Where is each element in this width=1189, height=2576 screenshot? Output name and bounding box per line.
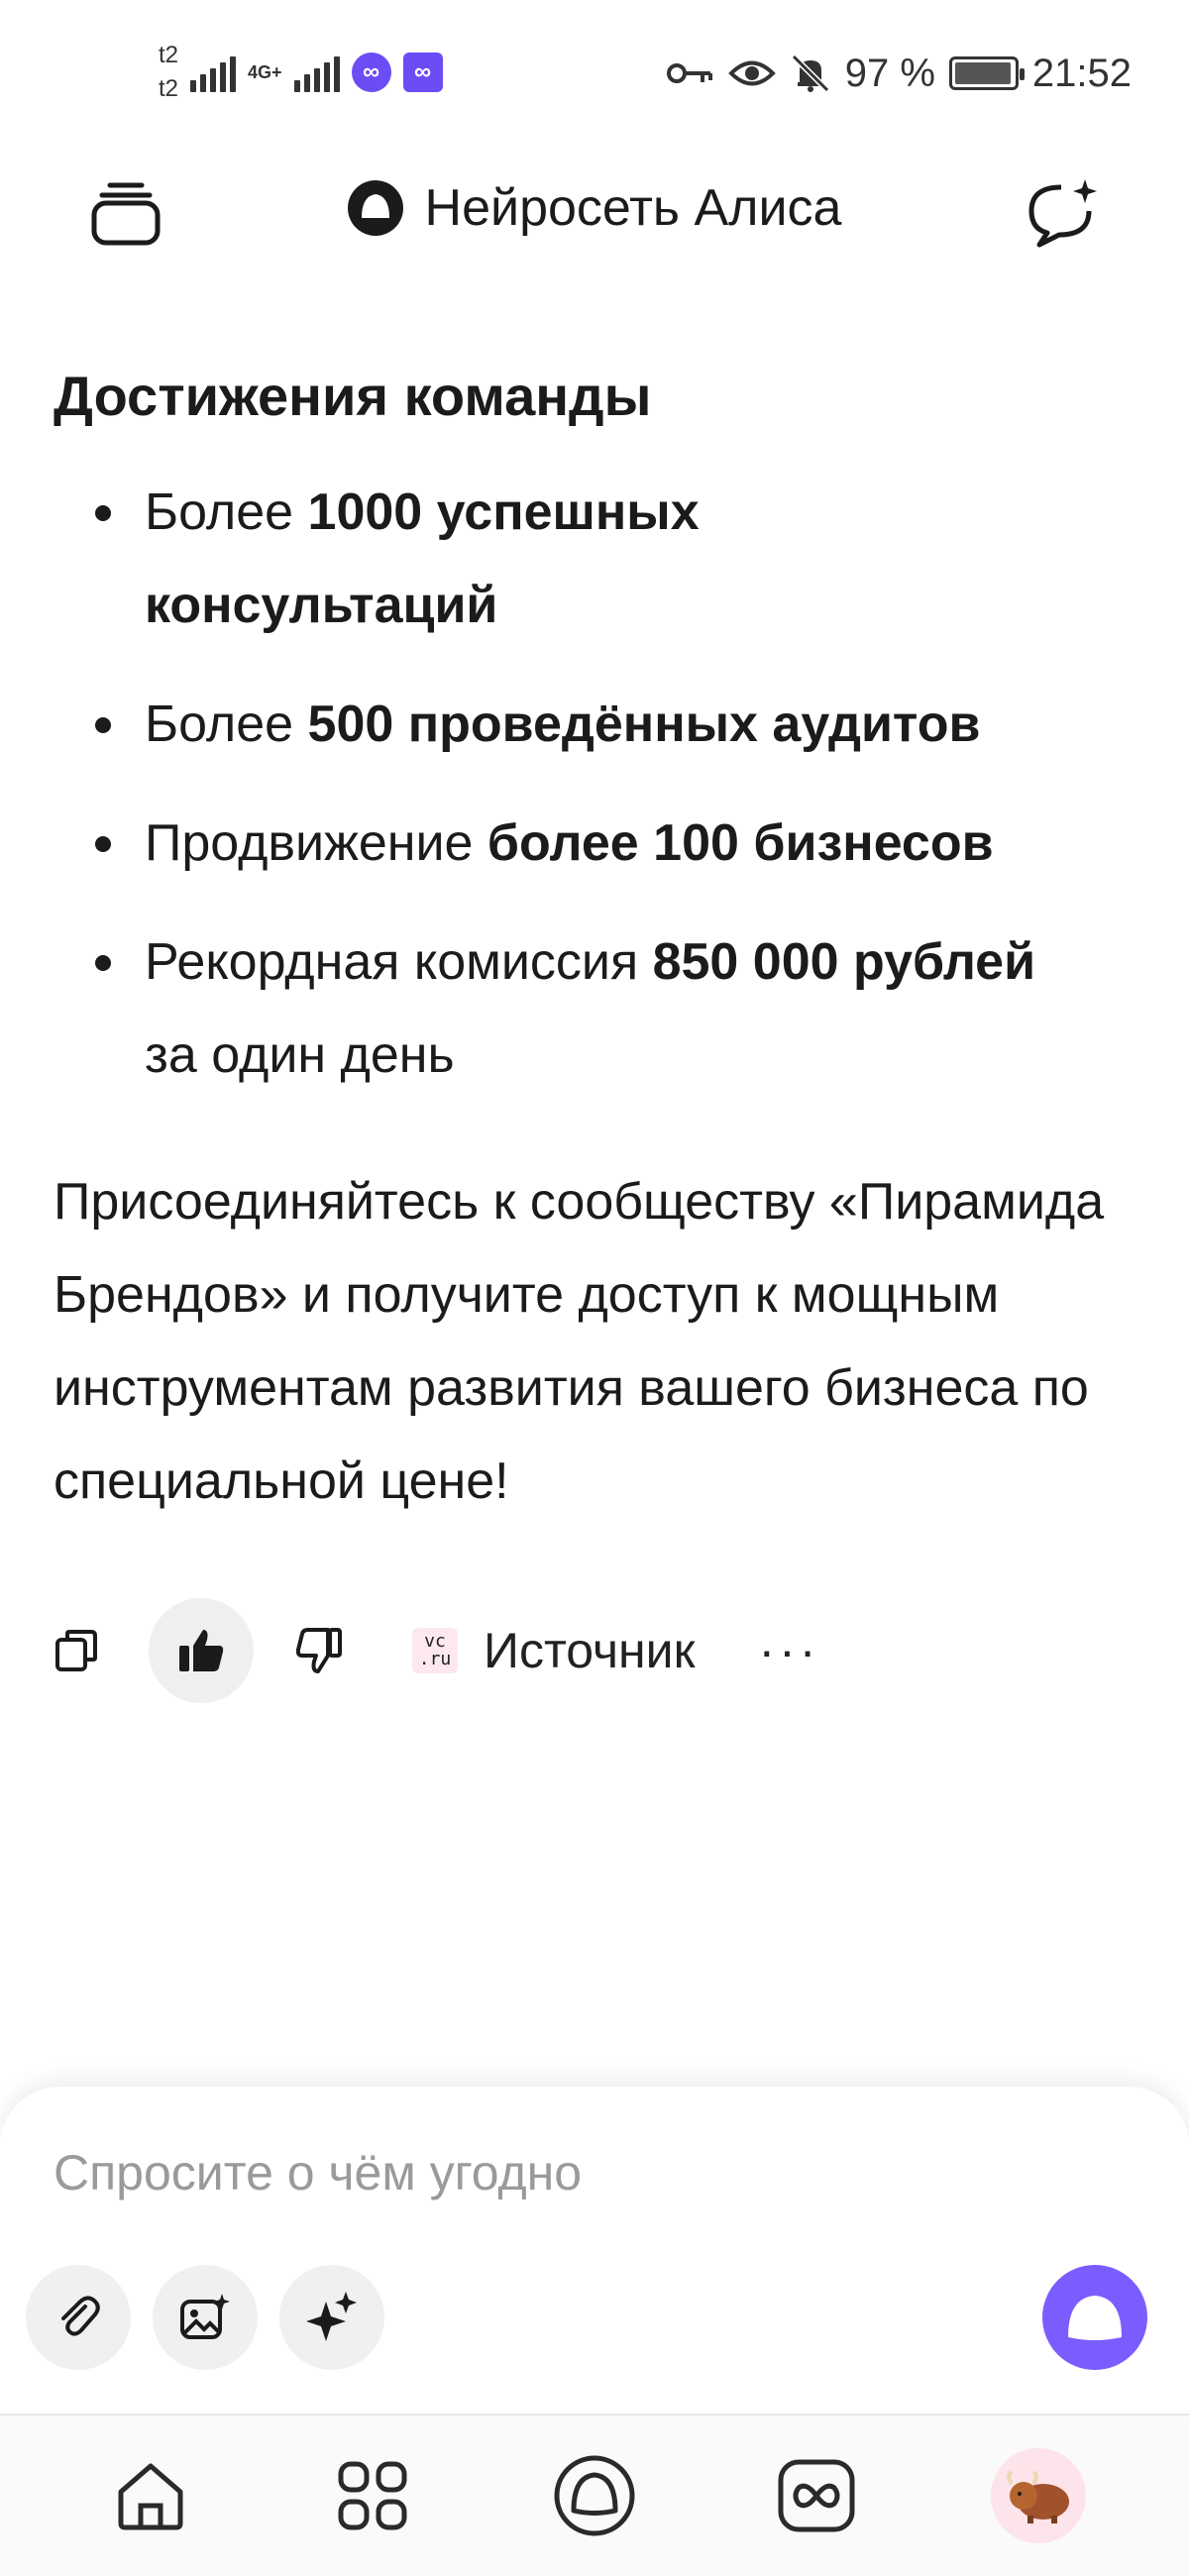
- list-item: Более 1000 успешных консультаций: [54, 466, 767, 652]
- status-bar: t2 t2 4G+ ∞ ∞ 97 % 21:52: [0, 0, 1189, 149]
- magic-button[interactable]: [279, 2265, 384, 2370]
- new-chat-sparkle-icon: [1028, 179, 1097, 248]
- thumbs-up-icon: [179, 1630, 224, 1671]
- yak-avatar-icon: [1007, 2470, 1069, 2523]
- notification-app-icon: ∞: [351, 53, 391, 92]
- infinity-square-icon: [778, 2459, 855, 2532]
- carrier-2: t2: [159, 75, 179, 102]
- list-item: Более 500 проведённых аудитов: [54, 678, 1143, 771]
- nav-alice[interactable]: [540, 2441, 649, 2550]
- chat-input-panel: Спросите о чём угодно: [0, 2087, 1189, 2414]
- status-right: 97 % 21:52: [666, 44, 1132, 103]
- message-actions: vc .ru Источник ···: [54, 1597, 819, 1704]
- bell-muted-icon: [791, 54, 829, 93]
- thumbs-down-icon: [296, 1628, 342, 1673]
- nav-profile[interactable]: [984, 2441, 1093, 2550]
- carrier-labels: t2 t2: [159, 39, 178, 106]
- carrier-1: t2: [159, 42, 179, 68]
- paperclip-icon: [61, 2296, 100, 2336]
- signal-strength-icon-2: [293, 53, 340, 92]
- like-button[interactable]: [149, 1598, 254, 1703]
- sparkles-icon: [306, 2292, 357, 2341]
- bottom-navigation: [0, 2414, 1189, 2576]
- nav-services[interactable]: [318, 2441, 427, 2550]
- message-heading: Достижения команды: [54, 365, 652, 427]
- chat-input[interactable]: Спросите о чём угодно: [54, 2144, 582, 2201]
- alice-voice-button[interactable]: [1042, 2265, 1147, 2370]
- list-item: Продвижение более 100 бизнесов: [54, 797, 1143, 890]
- message-paragraph: Присоединяйтесь к сообществу «Пирамида Б…: [54, 1173, 1105, 1510]
- notification-app-icon-2: ∞: [402, 53, 443, 92]
- battery-fill: [954, 62, 1012, 84]
- key-icon: [666, 63, 712, 83]
- eye-icon: [727, 60, 776, 86]
- avatar: [991, 2448, 1086, 2543]
- assistant-message: Достижения команды Более 1000 успешных к…: [54, 357, 1143, 1528]
- app-header: Нейросеть Алиса: [0, 149, 1189, 277]
- nav-plus[interactable]: [762, 2441, 871, 2550]
- status-left: t2 t2 4G+ ∞ ∞: [159, 38, 443, 107]
- vc-ru-logo-icon: vc .ru: [412, 1628, 458, 1673]
- image-sparkle-icon: [180, 2294, 230, 2339]
- signal-strength-icon: [190, 53, 237, 92]
- alice-icon: [1068, 2296, 1122, 2340]
- dislike-button[interactable]: [268, 1598, 373, 1703]
- alice-nav-icon: [554, 2455, 635, 2536]
- home-icon: [118, 2463, 183, 2530]
- clock: 21:52: [1031, 51, 1132, 95]
- more-options-button[interactable]: ···: [758, 1622, 819, 1679]
- achievements-list: Более 1000 успешных консультаций Более 5…: [54, 466, 1143, 1102]
- nav-home[interactable]: [96, 2441, 205, 2550]
- attach-button[interactable]: [26, 2265, 131, 2370]
- copy-button[interactable]: [54, 1598, 109, 1703]
- page-title: Нейросеть Алиса: [424, 179, 842, 237]
- list-item: Рекордная комиссия 850 000 рублей за оди…: [54, 915, 1084, 1102]
- image-generate-button[interactable]: [153, 2265, 258, 2370]
- alice-logo-icon: [347, 180, 403, 236]
- source-label: Источник: [484, 1623, 696, 1678]
- battery-icon: [948, 56, 1025, 90]
- battery-percent: 97 %: [844, 51, 935, 95]
- header-title-group[interactable]: Нейросеть Алиса: [0, 178, 1189, 238]
- new-chat-button[interactable]: [1021, 170, 1106, 256]
- copy-icon: [55, 1630, 97, 1671]
- grid-icon: [338, 2461, 407, 2530]
- network-type: 4G+: [248, 62, 282, 82]
- source-link[interactable]: vc .ru Источник: [412, 1622, 695, 1679]
